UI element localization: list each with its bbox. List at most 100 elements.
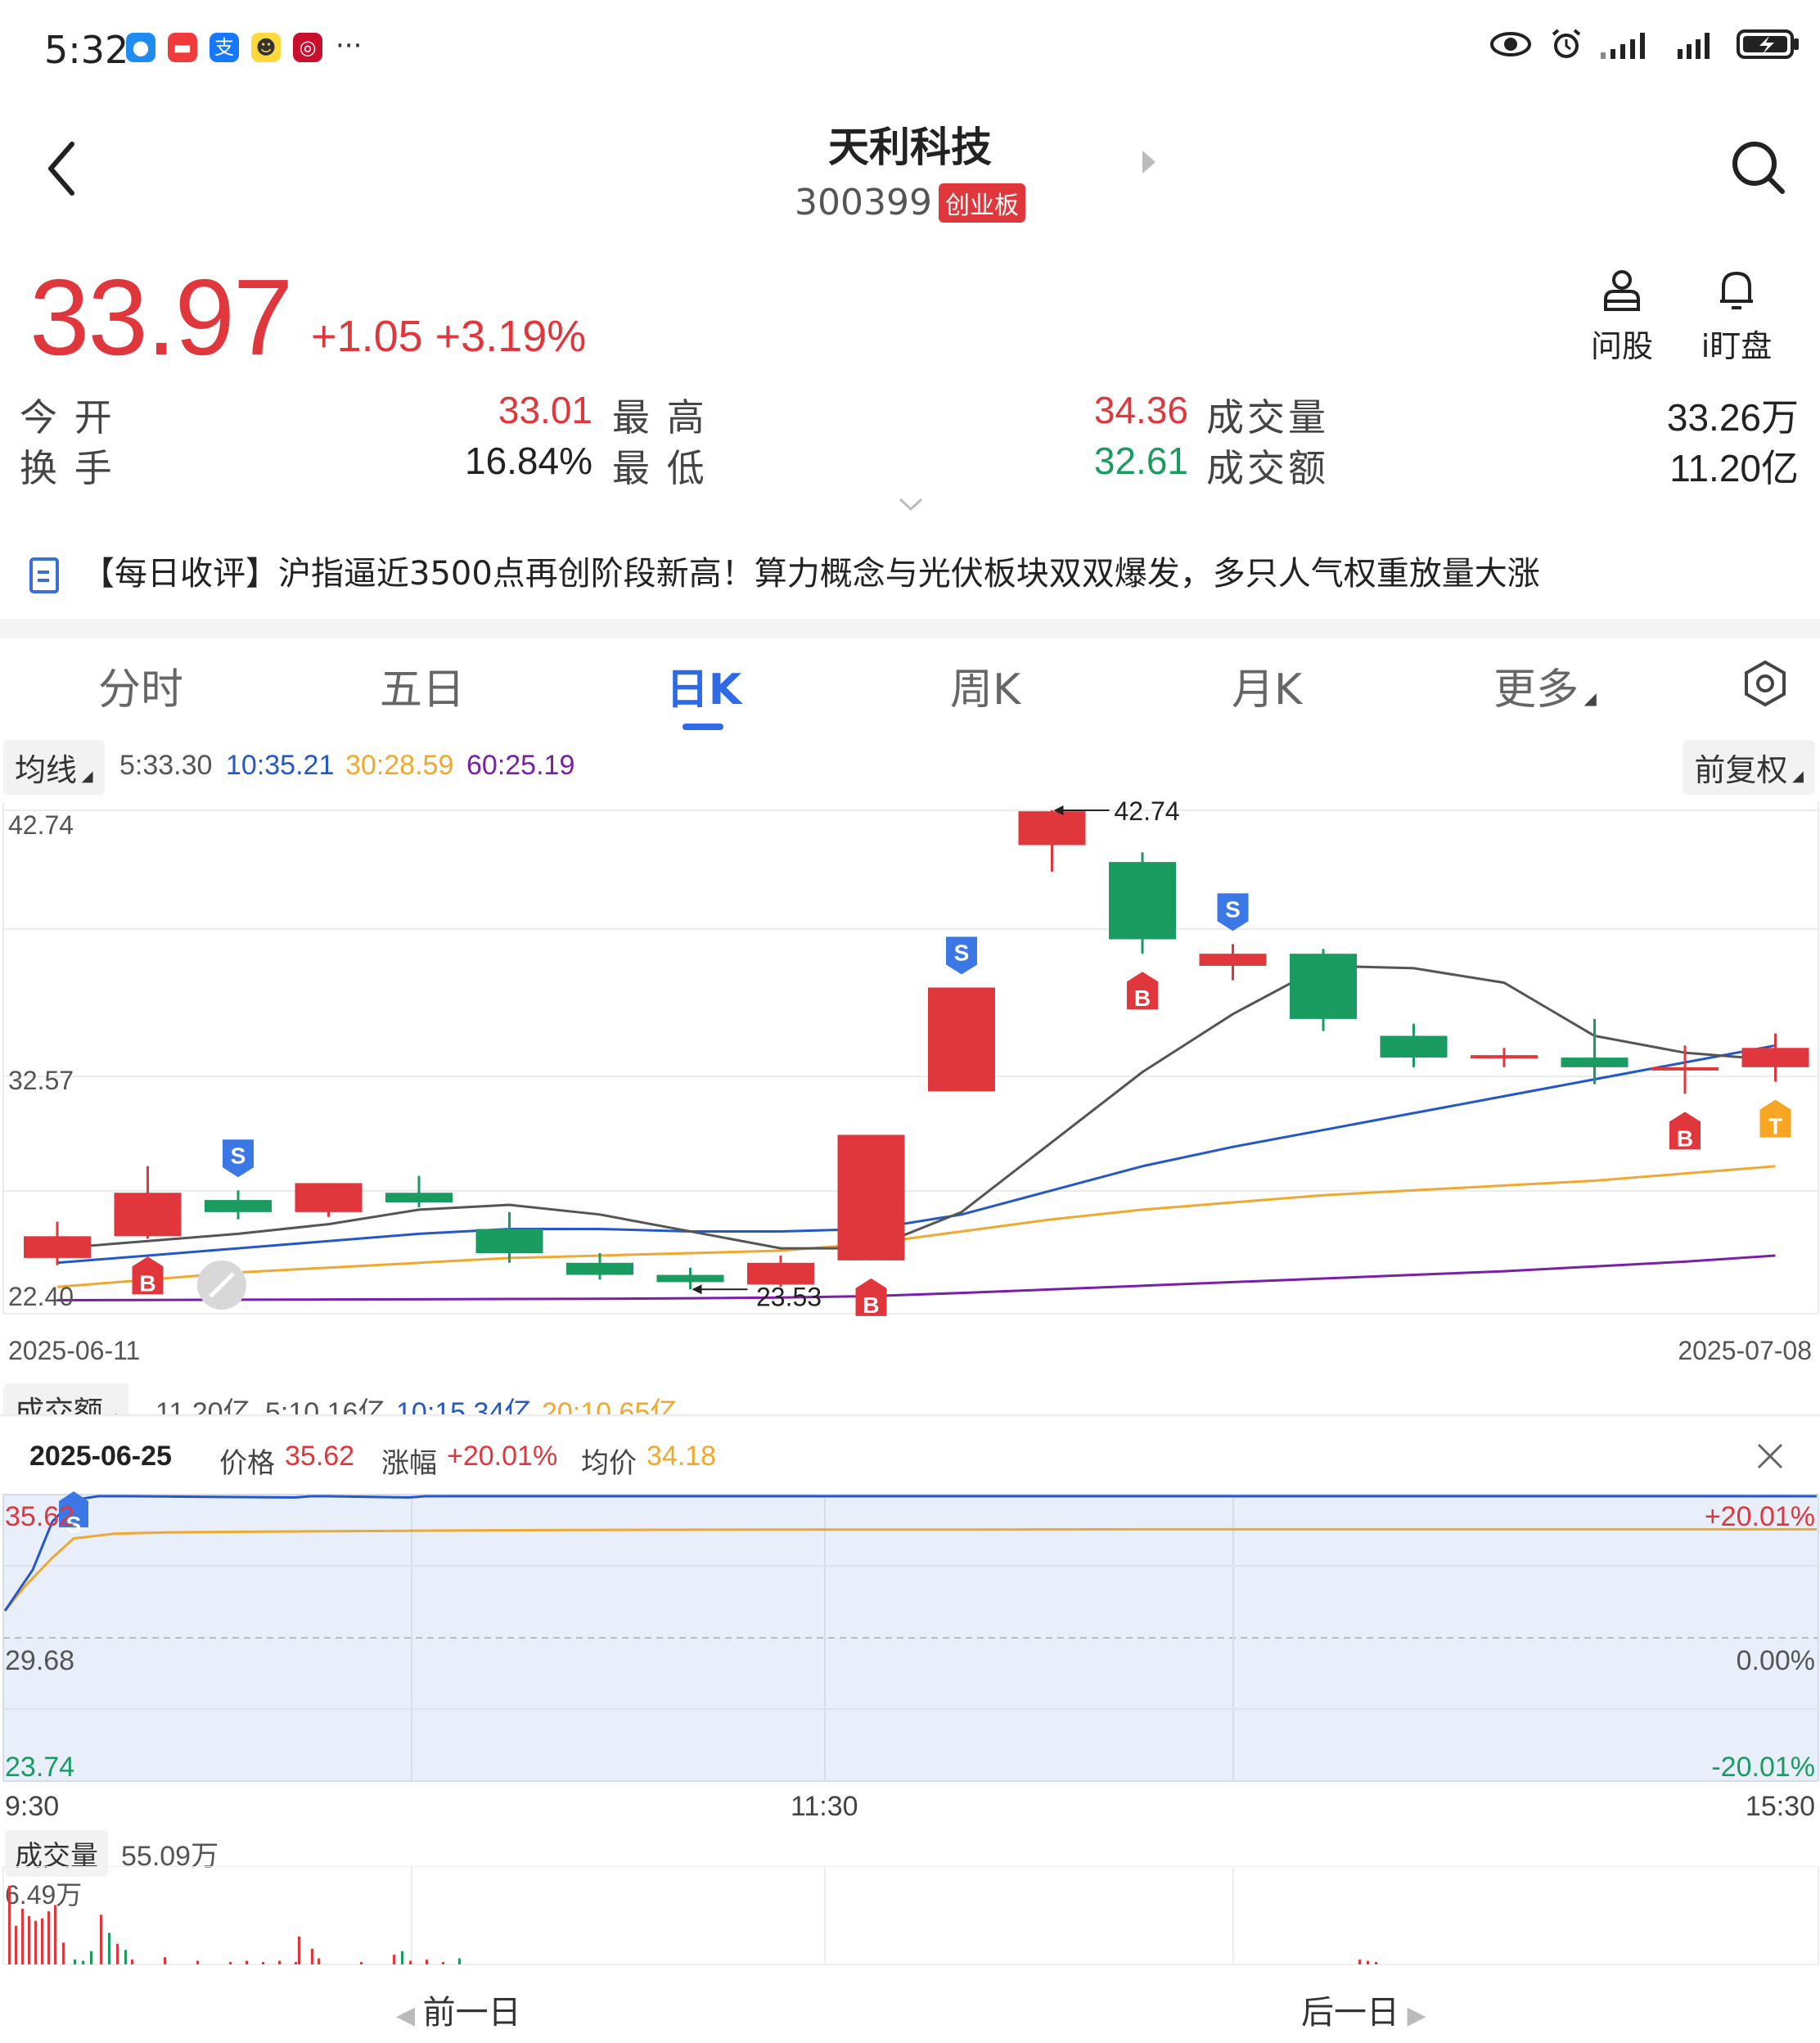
volume-bar — [108, 1933, 110, 1964]
volume-bar — [54, 1905, 56, 1964]
x-axis-end-date: 2025-07-08 — [1678, 1336, 1812, 1365]
news-headline[interactable]: 【每日收评】沪指逼近3500点再创阶段新高！算力概念与光伏板块双双爆发，多只人气… — [29, 547, 1540, 594]
ma-selector[interactable]: 均线 ◢ — [3, 740, 105, 795]
trade-marker-b: B — [1669, 1112, 1701, 1151]
next-stock-arrow-icon[interactable] — [1142, 151, 1156, 174]
candle-body — [1471, 1055, 1538, 1059]
candle — [656, 1267, 724, 1290]
yellow-app-icon: ☻ — [251, 33, 281, 62]
candle — [24, 1221, 91, 1265]
candle — [1380, 1023, 1448, 1067]
current-price: 33.97 — [29, 257, 293, 377]
tab-monthly-k[interactable]: 月K — [1185, 655, 1349, 716]
candle — [1651, 1045, 1719, 1094]
watch-label: i盯盘 — [1701, 328, 1773, 364]
ask-stock-button[interactable]: 问股 — [1565, 267, 1679, 366]
volume-bar — [311, 1948, 313, 1964]
high-label: 最 高 — [612, 396, 708, 439]
volume-bar — [41, 1918, 43, 1964]
low-marker-label: 23.53 — [756, 1282, 822, 1311]
trade-marker-b: B — [855, 1278, 887, 1318]
y-axis-top-label: 42.74 — [8, 810, 74, 840]
volume-bar — [295, 1962, 297, 1964]
red-app-icon: ▬ — [168, 33, 197, 62]
previous-day-button[interactable]: ◀ 前一日 — [396, 1986, 521, 2033]
intraday-chart[interactable]: S — [0, 1490, 1820, 1784]
volume-bar — [8, 1886, 11, 1964]
status-bar: 5:32 ● ▬ 支 ☻ ◎ ··· — [0, 0, 1820, 98]
ma60-line — [56, 1254, 1776, 1302]
volume-bar — [47, 1910, 50, 1964]
candle-body — [1018, 811, 1086, 846]
candlestick-chart[interactable]: 42.74 23.53 B S B S B S B T — [0, 794, 1820, 1334]
tab-intraday[interactable]: 分时 — [59, 655, 223, 716]
low-value: 32.61 — [1093, 440, 1188, 482]
trade-marker-label: S — [954, 940, 970, 966]
volume-bar — [90, 1951, 92, 1964]
ma5-value: 5:33.30 — [119, 750, 213, 781]
volume-bar — [401, 1951, 403, 1964]
intraday-y-top: 35.62 — [5, 1501, 75, 1532]
intraday-x-start: 9:30 — [5, 1791, 60, 1822]
volume-bar — [298, 1936, 300, 1964]
status-time: 5:32 — [44, 28, 129, 72]
open-value: 33.01 — [498, 389, 592, 431]
signal-icon-2 — [1678, 33, 1710, 59]
expand-chevron-down-icon[interactable] — [899, 496, 923, 512]
volume-bar — [318, 1958, 320, 1964]
volume-bar — [15, 1925, 17, 1964]
trade-marker-label: B — [863, 1292, 879, 1318]
ma-caret-icon: ◢ — [77, 768, 93, 785]
volume-bar — [21, 1908, 24, 1964]
search-icon[interactable] — [1728, 138, 1787, 196]
stock-code-line: 300399 创业板 — [0, 182, 1820, 223]
candle-body — [928, 987, 995, 1092]
more-apps-indicator: ··· — [336, 29, 363, 62]
candle — [114, 1166, 182, 1239]
popup-change-label: 涨幅 — [381, 1448, 437, 1479]
alipay-app-icon: 支 — [209, 33, 239, 62]
volume-bar — [409, 1960, 412, 1964]
turnover-value: 16.84% — [464, 440, 592, 482]
popup-avg-label: 均价 — [581, 1448, 637, 1479]
intraday-pct-bottom: -20.01% — [1711, 1752, 1815, 1783]
candle — [1109, 852, 1176, 954]
volume-bar — [360, 1962, 363, 1964]
candle-body — [295, 1183, 363, 1212]
candle-body — [1651, 1067, 1719, 1071]
tab-daily-k[interactable]: 日K — [622, 655, 786, 716]
tab-more-caret-icon: ◢ — [1579, 688, 1597, 708]
status-icons — [1489, 28, 1800, 61]
candle-body — [1741, 1048, 1809, 1067]
candle-body — [1561, 1058, 1629, 1067]
news-document-icon — [29, 557, 59, 593]
chart-settings-icon[interactable] — [1741, 660, 1789, 707]
tab-weekly-k[interactable]: 周K — [903, 655, 1067, 716]
price-change: +1.05 +3.19% — [311, 312, 587, 361]
tab-five-day[interactable]: 五日 — [340, 655, 504, 716]
amount-value: 11.20亿 — [1669, 447, 1799, 489]
previous-day-label: 前一日 — [422, 1994, 521, 2032]
adjust-selector[interactable]: 前复权 ◢ — [1683, 740, 1815, 795]
candle-body — [24, 1236, 91, 1258]
popup-price-label: 价格 — [219, 1448, 275, 1479]
candle — [1741, 1033, 1809, 1082]
volume-bar — [116, 1943, 119, 1964]
volume-bar — [229, 1962, 232, 1964]
volume-bar — [1367, 1960, 1369, 1964]
trade-marker-label: B — [1134, 985, 1151, 1011]
candle — [475, 1211, 543, 1263]
candle-body — [1199, 954, 1267, 966]
candle — [295, 1183, 363, 1217]
prev-arrow-icon: ◀ — [396, 2001, 423, 2030]
watch-button[interactable]: i盯盘 — [1679, 267, 1794, 366]
candle-body — [205, 1200, 272, 1212]
tab-more[interactable]: 更多 ◢ — [1463, 655, 1627, 716]
trade-marker-label: T — [1768, 1114, 1782, 1139]
candle-body — [1380, 1035, 1448, 1058]
message-app-icon: ● — [126, 33, 155, 62]
close-icon[interactable] — [1756, 1442, 1784, 1470]
ma30-value: 30:28.59 — [345, 750, 454, 781]
volume-bar — [131, 1960, 133, 1964]
next-day-button[interactable]: 后一日 ▶ — [1301, 1986, 1426, 2033]
